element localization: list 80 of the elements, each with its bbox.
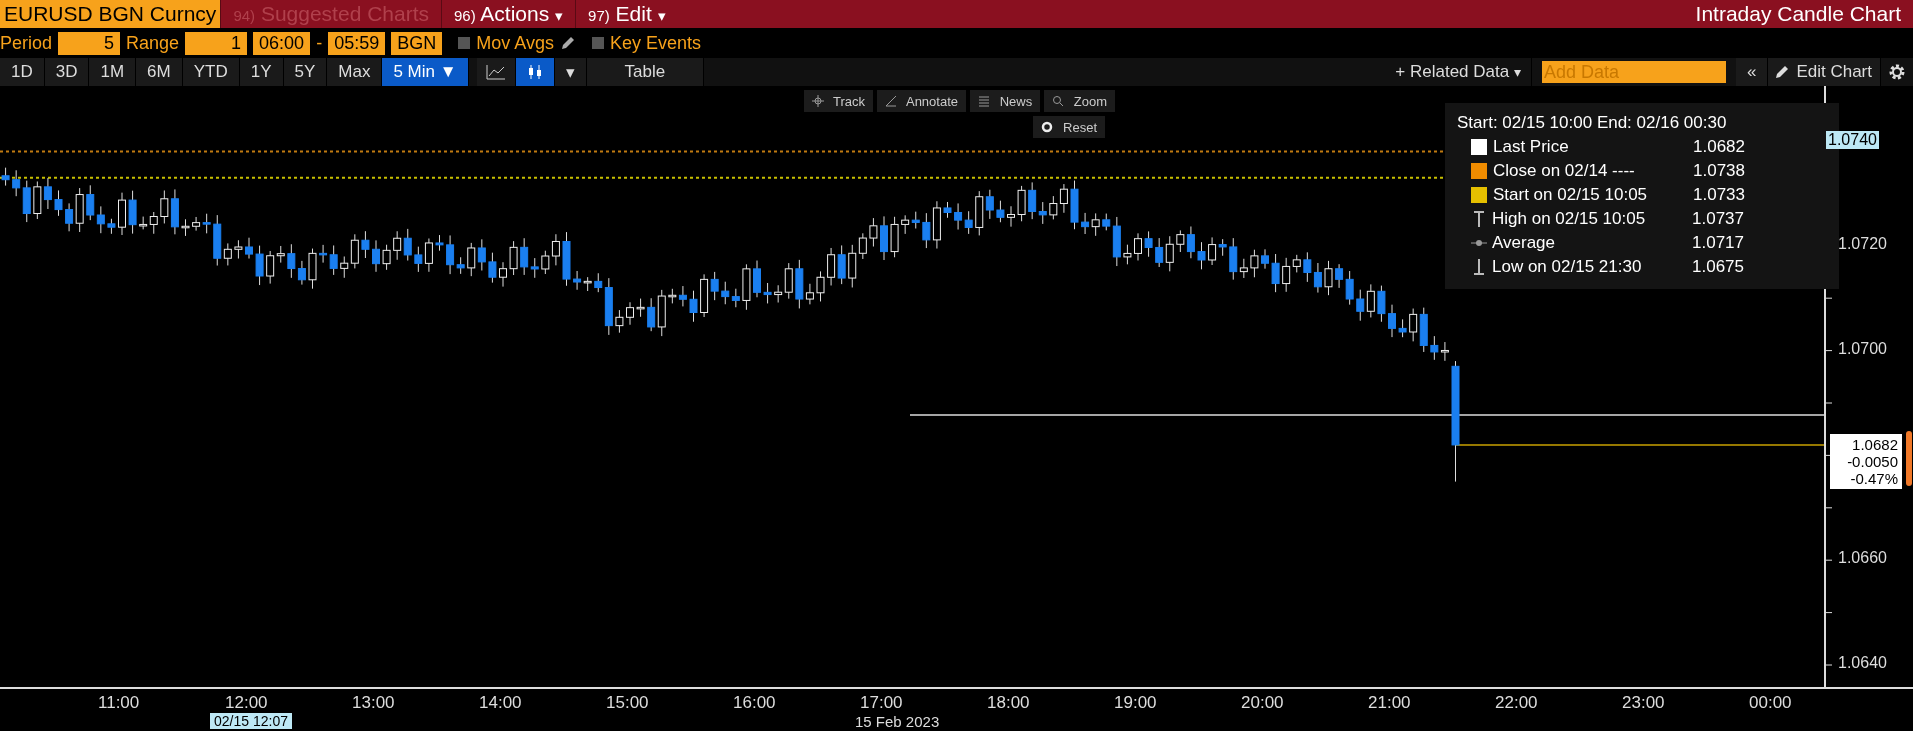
period-label: Period: [0, 32, 53, 54]
time-label: 21:00: [1368, 693, 1411, 713]
time-label: 17:00: [860, 693, 903, 713]
price-label: 1.0720: [1838, 234, 1887, 253]
legend-label: Last Price: [1493, 137, 1570, 157]
edit-chart-button[interactable]: Edit Chart: [1792, 58, 1881, 86]
scroll-handle[interactable]: [1906, 431, 1912, 486]
period-field[interactable]: 5: [58, 31, 121, 55]
range-tab[interactable]: 5 Min ▼: [382, 58, 469, 86]
range-tab[interactable]: Max: [327, 58, 383, 86]
range-tab[interactable]: YTD: [182, 58, 240, 86]
legend-value: 1.0738: [1693, 161, 1745, 181]
news-button[interactable]: News: [970, 90, 1041, 112]
checkbox[interactable]: [591, 37, 604, 49]
legend-label: Low on 02/15 21:30: [1492, 257, 1643, 277]
range-tab[interactable]: 1D: [0, 58, 45, 86]
price-change: -0.0050: [1847, 453, 1898, 470]
legend-label: Average: [1492, 233, 1556, 253]
separator: -: [316, 32, 323, 54]
collapse-button[interactable]: «: [1735, 58, 1769, 86]
time-label: 18:00: [987, 693, 1030, 713]
settings-icon[interactable]: [1887, 62, 1907, 82]
legend-value: 1.0733: [1693, 185, 1745, 205]
zoom-button[interactable]: Zoom: [1044, 90, 1115, 112]
track-button[interactable]: Track: [803, 90, 874, 112]
line-chart-icon: [485, 64, 506, 80]
start-time-field[interactable]: 06:00: [253, 31, 311, 55]
time-label: 13:00: [352, 693, 395, 713]
last-price: 1.0682: [1852, 436, 1898, 453]
time-label: 23:00: [1622, 693, 1665, 713]
time-label: 19:00: [1114, 693, 1157, 713]
legend-label: High on 02/15 10:05: [1492, 209, 1647, 229]
date-label: 15 Feb 2023: [855, 713, 940, 730]
menu-button[interactable]: 97) Edit ▾: [575, 0, 678, 28]
window-title: Intraday Candle Chart: [1695, 1, 1902, 27]
table-button[interactable]: Table: [586, 58, 705, 86]
time-label: 16:00: [733, 693, 776, 713]
legend-label: Start on 02/15 10:05: [1493, 185, 1649, 205]
range-tab[interactable]: 1Y: [239, 58, 284, 86]
legend-label: Close on 02/14 ----: [1493, 161, 1636, 181]
price-label: 1.0660: [1838, 549, 1887, 568]
reset-icon: [1041, 120, 1054, 133]
legend-value: 1.0737: [1692, 209, 1744, 229]
annotate-button[interactable]: Annotate: [877, 90, 967, 112]
checkbox-label: Mov Avgs: [476, 32, 554, 54]
time-label: 12:00: [225, 693, 268, 713]
price-label: 1.0700: [1838, 339, 1887, 358]
legend-value: 1.0717: [1692, 233, 1744, 253]
range-tab[interactable]: 5Y: [283, 58, 328, 86]
legend-range: Start: 02/15 10:00 End: 02/16 00:30: [1457, 113, 1728, 133]
line-chart-button[interactable]: [476, 58, 516, 86]
list-icon: [978, 94, 991, 107]
time-label: 20:00: [1241, 693, 1284, 713]
range-tab[interactable]: 3D: [44, 58, 90, 86]
time-label: 14:00: [479, 693, 522, 713]
legend-value: 1.0682: [1693, 137, 1745, 157]
time-label: 22:00: [1495, 693, 1538, 713]
source-field[interactable]: BGN: [391, 31, 443, 55]
end-time-field[interactable]: 05:59: [328, 31, 386, 55]
time-label: 11:00: [98, 693, 140, 713]
checkbox[interactable]: [458, 37, 471, 49]
chart-type-dropdown[interactable]: ▾: [554, 58, 587, 86]
crosshair-price-label: 1.0740: [1826, 131, 1879, 149]
security-field[interactable]: EURUSD BGN Curncy: [0, 0, 221, 28]
search-icon: [1052, 94, 1065, 107]
checkbox-label: Key Events: [609, 32, 701, 54]
legend-value: 1.0675: [1692, 257, 1744, 277]
time-label: 15:00: [606, 693, 649, 713]
range-tab[interactable]: 6M: [136, 58, 183, 86]
crosshair-icon: [811, 94, 824, 107]
percent-change: -0.47%: [1850, 470, 1898, 487]
crosshair-time-label: 02/15 12:07: [210, 713, 292, 729]
candlestick-button[interactable]: [515, 58, 555, 86]
range-field[interactable]: 1: [185, 31, 248, 55]
menu-button[interactable]: 96) Actions ▾: [441, 0, 576, 28]
range-tab[interactable]: 1M: [89, 58, 137, 86]
price-label: 1.0640: [1838, 654, 1887, 672]
range-label: Range: [126, 32, 180, 54]
reset-button[interactable]: Reset: [1033, 116, 1105, 138]
time-label: 00:00: [1749, 693, 1792, 713]
